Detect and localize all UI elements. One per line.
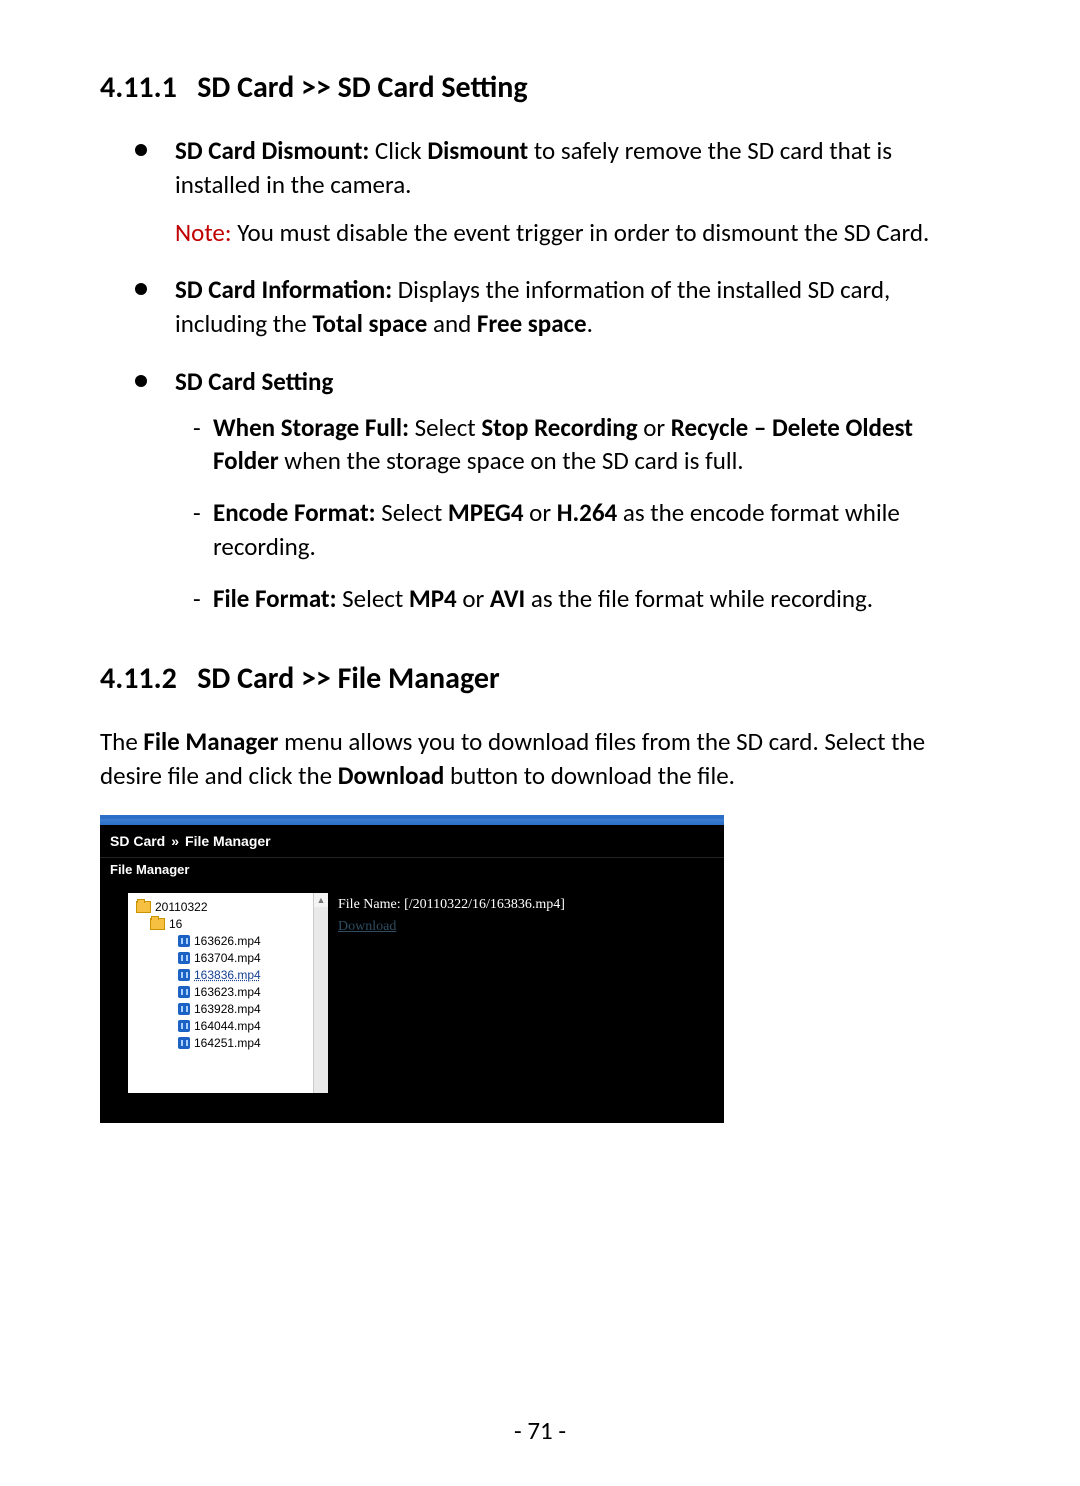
dash-label: When Storage Full: xyxy=(213,412,409,443)
para-bold: Download xyxy=(338,760,445,791)
video-file-icon xyxy=(178,986,190,998)
section-number: 4.11.1 xyxy=(100,69,177,106)
dash-label: Encode Format: xyxy=(213,497,376,528)
file-name: 163623.mp4 xyxy=(194,984,261,1001)
tree-file[interactable]: 164044.mp4 xyxy=(136,1018,328,1035)
bullet-text: Click xyxy=(369,135,427,166)
scrollbar[interactable]: ▲ xyxy=(313,893,328,1093)
dash-label: File Format: xyxy=(213,583,337,614)
page-number: - 71 - xyxy=(0,1415,1080,1446)
breadcrumb-separator: » xyxy=(171,833,179,849)
note-label: Note: xyxy=(175,217,232,248)
file-manager-body: 20110322 16 163626.mp4 163704.mp4 163836… xyxy=(100,883,724,1123)
file-name: 163704.mp4 xyxy=(194,950,261,967)
bullet-label: SD Card Dismount: xyxy=(175,135,369,166)
file-name: 164251.mp4 xyxy=(194,1035,261,1052)
dash-text: when the storage space on the SD card is… xyxy=(279,445,744,476)
dash-bold: MPEG4 xyxy=(448,497,524,528)
document-page: 4.11.1 SD Card >> SD Card Setting SD Car… xyxy=(0,0,1080,1486)
dash-text: Select xyxy=(376,497,448,528)
section-label: File Manager xyxy=(100,857,724,883)
section-heading-4-11-1: 4.11.1 SD Card >> SD Card Setting xyxy=(100,70,980,106)
note-text: You must disable the event trigger in or… xyxy=(232,217,930,248)
bullet-setting: SD Card Setting When Storage Full: Selec… xyxy=(145,365,980,616)
section-title: SD Card >> File Manager xyxy=(197,660,499,697)
dash-encode: Encode Format: Select MPEG4 or H.264 as … xyxy=(193,496,980,564)
bullet-dismount: SD Card Dismount: Click Dismount to safe… xyxy=(145,134,980,249)
dash-bold: AVI xyxy=(490,583,525,614)
file-name-value: [/20110322/16/163836.mp4] xyxy=(404,897,565,912)
video-file-icon xyxy=(178,952,190,964)
video-file-icon xyxy=(178,1020,190,1032)
selected-file-name: File Name: [/20110322/16/163836.mp4] xyxy=(338,897,710,913)
para-bold: File Manager xyxy=(143,726,278,757)
bullet-bold: Free space xyxy=(477,308,587,339)
tree-file[interactable]: 164251.mp4 xyxy=(136,1035,328,1052)
dash-text: or xyxy=(457,583,490,614)
video-file-icon xyxy=(178,1003,190,1015)
section-heading-4-11-2: 4.11.2 SD Card >> File Manager xyxy=(100,661,980,697)
section-title: SD Card >> SD Card Setting xyxy=(197,69,527,106)
folder-name: 16 xyxy=(169,916,182,933)
dash-text: or xyxy=(638,412,671,443)
folder-icon xyxy=(136,901,151,913)
dash-text: Select xyxy=(337,583,409,614)
dash-bold: MP4 xyxy=(409,583,457,614)
section2-paragraph: The File Manager menu allows you to down… xyxy=(100,725,980,793)
tree-file[interactable]: 163626.mp4 xyxy=(136,933,328,950)
dash-list: When Storage Full: Select Stop Recording… xyxy=(193,411,980,616)
breadcrumb: SD Card » File Manager xyxy=(100,825,724,857)
bullet-info: SD Card Information: Displays the inform… xyxy=(145,273,980,341)
file-name: 163836.mp4 xyxy=(194,967,261,984)
tree-folder[interactable]: 16 xyxy=(136,916,328,933)
file-name-label: File Name: xyxy=(338,897,401,912)
para-text: button to download the file. xyxy=(444,760,735,791)
video-file-icon xyxy=(178,969,190,981)
dash-text: or xyxy=(524,497,557,528)
note-block: Note: You must disable the event trigger… xyxy=(175,216,980,250)
download-button[interactable]: Download xyxy=(338,919,396,934)
breadcrumb-item: SD Card xyxy=(110,833,165,849)
folder-name: 20110322 xyxy=(155,899,208,916)
breadcrumb-item: File Manager xyxy=(185,833,271,849)
dash-text: Select xyxy=(409,412,481,443)
bullet-text: and xyxy=(427,308,477,339)
tree-file[interactable]: 163928.mp4 xyxy=(136,1001,328,1018)
dash-bold: Stop Recording xyxy=(481,412,637,443)
file-name: 164044.mp4 xyxy=(194,1018,261,1035)
tree-file[interactable]: 163704.mp4 xyxy=(136,950,328,967)
dash-text: as the file format while recording. xyxy=(525,583,873,614)
video-file-icon xyxy=(178,1037,190,1049)
section-number: 4.11.2 xyxy=(100,660,177,697)
dash-storage: When Storage Full: Select Stop Recording… xyxy=(193,411,980,479)
bullet-text: . xyxy=(587,308,593,339)
file-name: 163928.mp4 xyxy=(194,1001,261,1018)
bullet-label: SD Card Information: xyxy=(175,274,392,305)
file-details: File Name: [/20110322/16/163836.mp4] Dow… xyxy=(328,893,720,1093)
para-text: The xyxy=(100,726,143,757)
bullet-list: SD Card Dismount: Click Dismount to safe… xyxy=(145,134,980,615)
file-manager-panel: SD Card » File Manager File Manager 2011… xyxy=(100,815,724,1123)
video-file-icon xyxy=(178,935,190,947)
bullet-bold: Dismount xyxy=(427,135,528,166)
folder-icon xyxy=(150,918,165,930)
scroll-up-icon[interactable]: ▲ xyxy=(314,893,328,907)
dash-bold: H.264 xyxy=(557,497,617,528)
tree-folder[interactable]: 20110322 xyxy=(136,899,328,916)
file-name: 163626.mp4 xyxy=(194,933,261,950)
tree-file-selected[interactable]: 163836.mp4 xyxy=(136,967,328,984)
bullet-bold: Total space xyxy=(312,308,427,339)
file-tree[interactable]: 20110322 16 163626.mp4 163704.mp4 163836… xyxy=(128,893,328,1093)
tree-file[interactable]: 163623.mp4 xyxy=(136,984,328,1001)
dash-file: File Format: Select MP4 or AVI as the fi… xyxy=(193,582,980,616)
bullet-label: SD Card Setting xyxy=(175,366,333,397)
